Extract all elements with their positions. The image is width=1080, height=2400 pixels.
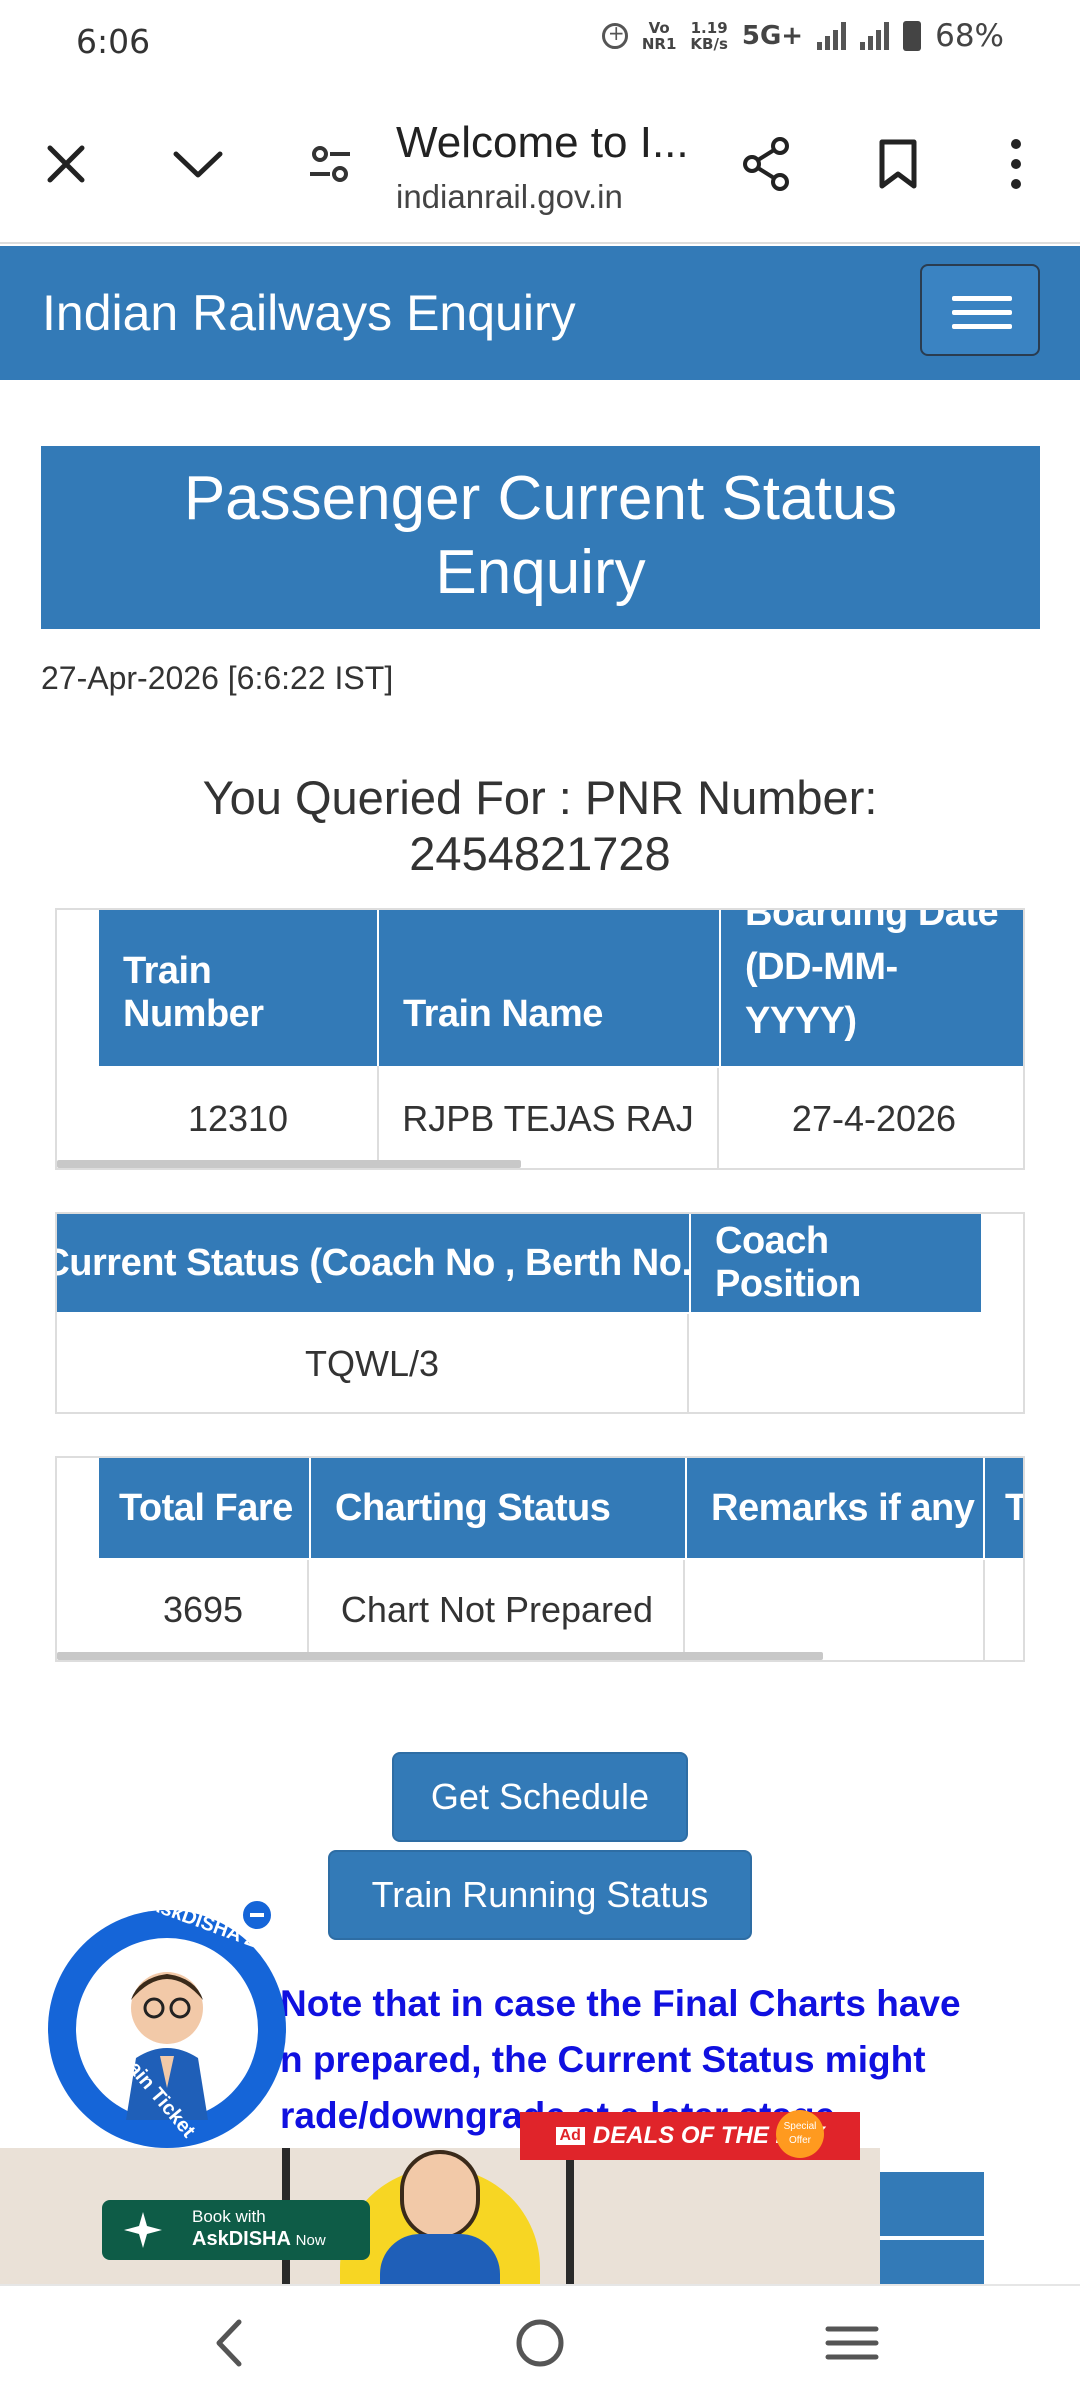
site-brand[interactable]: Indian Railways Enquiry [42, 284, 576, 342]
horizontal-scrollbar[interactable] [57, 1652, 823, 1660]
header-truncated: T [1005, 1487, 1023, 1530]
table-header: Remarks if any [687, 1458, 983, 1558]
train-table[interactable]: Train Number Train Name Boarding Date (D… [55, 908, 1025, 1170]
header-date-format: (DD-MM-YYYY) [745, 946, 898, 1042]
ad-book-line1: Book with [192, 2207, 266, 2226]
navigation-bar [0, 2284, 1080, 2400]
status-bar: 6:06 Vo NR1 1.19 KB/s 5G+ 68% [0, 0, 1080, 88]
fare-table[interactable]: Total Fare Charting Status Remarks if an… [55, 1456, 1025, 1662]
note-line-2: n prepared, the Current Status might [280, 2039, 926, 2080]
status-table[interactable]: Current Status (Coach No , Berth No.) Co… [55, 1212, 1025, 1414]
header-current-status: Current Status (Coach No , Berth No.) [55, 1241, 704, 1284]
volte-sub-label: NR1 [641, 35, 677, 53]
timestamp: 27-Apr-2026 [6:6:22 IST] [41, 660, 394, 696]
ad-mascot-icon [400, 2150, 480, 2240]
askdisha-chat-button[interactable]: AskDISHA 2.0 Book Train Ticket [48, 1892, 286, 2148]
page-heading: Passenger Current Status Enquiry [41, 446, 1040, 629]
note-line-1: Note that in case the Final Charts have [280, 1983, 961, 2024]
share-icon[interactable] [734, 132, 798, 196]
data-saver-icon [601, 21, 628, 49]
table-header: Total Fare [99, 1458, 309, 1558]
page-title[interactable]: Welcome to I... [396, 118, 689, 168]
table-header: Boarding Date (DD-MM-YYYY) [721, 908, 1023, 1066]
site-header: Indian Railways Enquiry [0, 246, 1080, 380]
header-total-fare: Total Fare [119, 1486, 293, 1529]
table-header: Coach Position [691, 1214, 981, 1312]
recents-icon[interactable] [812, 2308, 892, 2378]
table-header: Charting Status [311, 1458, 685, 1558]
header-train-name: Train Name [403, 993, 603, 1035]
query-summary: You Queried For : PNR Number: 2454821728 [0, 770, 1080, 882]
table-cell: Chart Not Prepared [311, 1560, 685, 1660]
table-cell: TQWL/3 [57, 1314, 689, 1412]
pnr-number: 2454821728 [409, 827, 671, 880]
browser-toolbar: Welcome to I... indianrail.gov.in [0, 88, 1080, 244]
menu-toggle-button[interactable] [920, 264, 1040, 356]
page-heading-line1: Passenger Current Status [183, 464, 898, 533]
table-cell: 12310 [187, 1098, 289, 1139]
network-speed-unit: KB/s [690, 35, 728, 53]
table-cell [987, 1560, 1023, 1660]
table-header: T [985, 1458, 1023, 1558]
signal-icon-1 [817, 22, 847, 50]
back-icon[interactable] [188, 2308, 268, 2378]
signal-icon-2 [860, 22, 890, 50]
header-remarks: Remarks if any [711, 1486, 975, 1529]
header-coach-position: Coach Position [715, 1220, 861, 1305]
special-offer-badge: Special Offer [776, 2110, 824, 2158]
header-charting-status: Charting Status [335, 1486, 611, 1529]
query-label: You Queried For : PNR Number: [202, 771, 878, 824]
ad-label: Ad [555, 2127, 585, 2145]
network-type: 5G+ [741, 21, 804, 51]
table-cell [687, 1560, 985, 1660]
battery-icon [903, 21, 922, 51]
close-icon[interactable] [34, 132, 98, 196]
tune-icon[interactable] [298, 132, 362, 196]
table-header: Current Status (Coach No , Berth No.) [57, 1214, 704, 1312]
table-cell: RJPB TEJAS RAJ [379, 1068, 719, 1168]
network-speed: 1.19 KB/s [690, 20, 727, 52]
table-header: Train Number [99, 910, 377, 1066]
menu-bar [952, 310, 1012, 315]
table-fragment [880, 2172, 984, 2236]
page-heading-line2: Enquiry [435, 538, 646, 607]
page-url[interactable]: indianrail.gov.in [396, 178, 623, 216]
bookmark-icon[interactable] [866, 132, 930, 196]
book-with-askdisha-button[interactable]: Book with AskDISHA Now [102, 2200, 370, 2260]
status-time: 6:06 [76, 22, 151, 61]
menu-bar [952, 296, 1012, 301]
volte-label: Vo [648, 19, 670, 37]
table-header: Train Name [379, 910, 719, 1066]
header-train-number: Train Number [123, 950, 264, 1035]
table-fragment [880, 2240, 984, 2284]
sparkle-icon [124, 2212, 162, 2248]
header-boarding-date: Boarding Date [745, 908, 999, 934]
askdisha-minimize-button[interactable] [240, 1898, 274, 1932]
battery-percent: 68% [935, 18, 1004, 54]
table-cell [691, 1314, 1023, 1412]
menu-bar [952, 324, 1012, 329]
network-speed-value: 1.19 [690, 19, 728, 37]
chevron-down-icon[interactable] [166, 132, 230, 196]
volte-icon: Vo NR1 [642, 20, 677, 52]
get-schedule-button[interactable]: Get Schedule [392, 1752, 688, 1842]
table-cell: 3695 [99, 1560, 309, 1660]
horizontal-scrollbar[interactable] [57, 1160, 521, 1168]
ad-divider [566, 2148, 574, 2284]
train-running-status-button[interactable]: Train Running Status [328, 1850, 752, 1940]
ad-book-brand: AskDISHA [192, 2228, 291, 2250]
ad-mascot-body [380, 2234, 500, 2284]
status-icons: Vo NR1 1.19 KB/s 5G+ 68% [601, 18, 1004, 54]
more-vert-icon[interactable] [984, 132, 1048, 196]
home-icon[interactable] [500, 2308, 580, 2378]
ad-book-now: Now [295, 2232, 326, 2249]
table-cell: 27-4-2026 [791, 1098, 957, 1139]
